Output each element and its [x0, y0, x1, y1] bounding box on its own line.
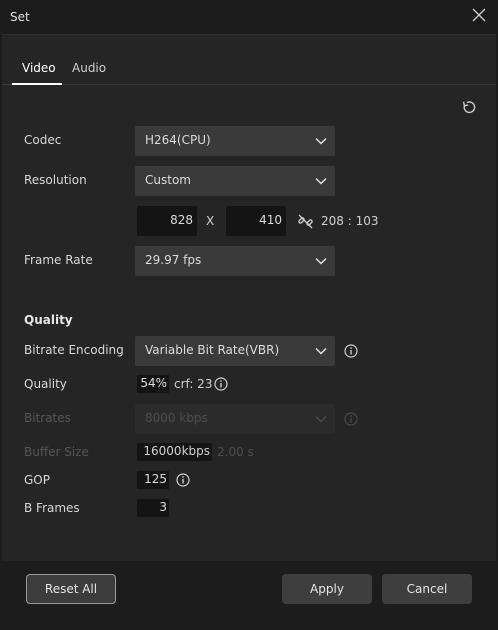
gop-value: 125 — [144, 472, 167, 486]
chevron-down-icon — [315, 347, 327, 355]
buffer-size-input: 16000kbps — [137, 443, 212, 461]
b-frames-label: B Frames — [24, 501, 80, 515]
quality-section-title: Quality — [24, 313, 73, 327]
quality-label: Quality — [24, 377, 67, 391]
info-icon — [344, 412, 358, 426]
resolution-select[interactable]: Custom — [135, 166, 335, 196]
gop-label: GOP — [24, 473, 50, 487]
quality-input[interactable]: 54% — [137, 375, 169, 393]
resolution-separator: X — [206, 214, 215, 228]
window-title: Set — [10, 10, 30, 24]
bitrate-encoding-select[interactable]: Variable Bit Rate(VBR) — [135, 336, 335, 366]
bitrates-select: 8000 kbps — [135, 404, 335, 434]
bitrates-value: 8000 kbps — [145, 411, 208, 425]
bitrate-encoding-label: Bitrate Encoding — [24, 343, 124, 357]
info-icon[interactable] — [214, 377, 228, 391]
settings-panel: Video Audio — [2, 34, 496, 561]
height-value: 410 — [259, 213, 282, 227]
gop-input[interactable]: 125 — [137, 471, 169, 489]
bitrates-label: Bitrates — [24, 411, 71, 425]
buffer-size-value: 16000kbps — [143, 444, 210, 458]
chevron-down-icon — [315, 257, 327, 265]
bitrate-encoding-value: Variable Bit Rate(VBR) — [145, 343, 280, 357]
frame-rate-value: 29.97 fps — [145, 253, 202, 267]
buffer-size-seconds: 2.00 s — [217, 445, 254, 459]
aspect-ratio: 208 : 103 — [321, 214, 379, 228]
codec-select[interactable]: H264(CPU) — [135, 126, 335, 156]
b-frames-value: 3 — [159, 500, 167, 514]
reset-icon[interactable] — [461, 100, 477, 116]
info-icon[interactable] — [344, 344, 358, 358]
title-bar: Set — [0, 0, 498, 34]
quality-value: 54% — [140, 376, 167, 390]
chevron-down-icon — [315, 415, 327, 423]
tab-audio[interactable]: Audio — [72, 61, 106, 75]
frame-rate-label: Frame Rate — [24, 253, 93, 267]
resolution-value: Custom — [145, 173, 191, 187]
frame-rate-select[interactable]: 29.97 fps — [135, 246, 335, 276]
active-tab-indicator — [12, 83, 62, 85]
codec-label: Codec — [24, 133, 62, 147]
unlink-icon[interactable] — [297, 213, 314, 230]
cancel-button[interactable]: Cancel — [382, 574, 472, 604]
b-frames-input[interactable]: 3 — [137, 499, 169, 517]
resolution-label: Resolution — [24, 173, 87, 187]
width-value: 828 — [170, 213, 193, 227]
tab-bar: Video Audio — [2, 35, 496, 85]
chevron-down-icon — [315, 137, 327, 145]
apply-button[interactable]: Apply — [282, 574, 372, 604]
chevron-down-icon — [315, 177, 327, 185]
codec-value: H264(CPU) — [145, 133, 211, 147]
width-input[interactable]: 828 — [137, 206, 197, 236]
tab-video[interactable]: Video — [22, 61, 56, 75]
close-icon[interactable] — [472, 8, 486, 22]
crf-value: crf: 23 — [174, 377, 213, 391]
reset-all-button[interactable]: Reset All — [26, 574, 116, 604]
buffer-size-label: Buffer Size — [24, 445, 89, 459]
height-input[interactable]: 410 — [226, 206, 286, 236]
info-icon[interactable] — [176, 473, 190, 487]
